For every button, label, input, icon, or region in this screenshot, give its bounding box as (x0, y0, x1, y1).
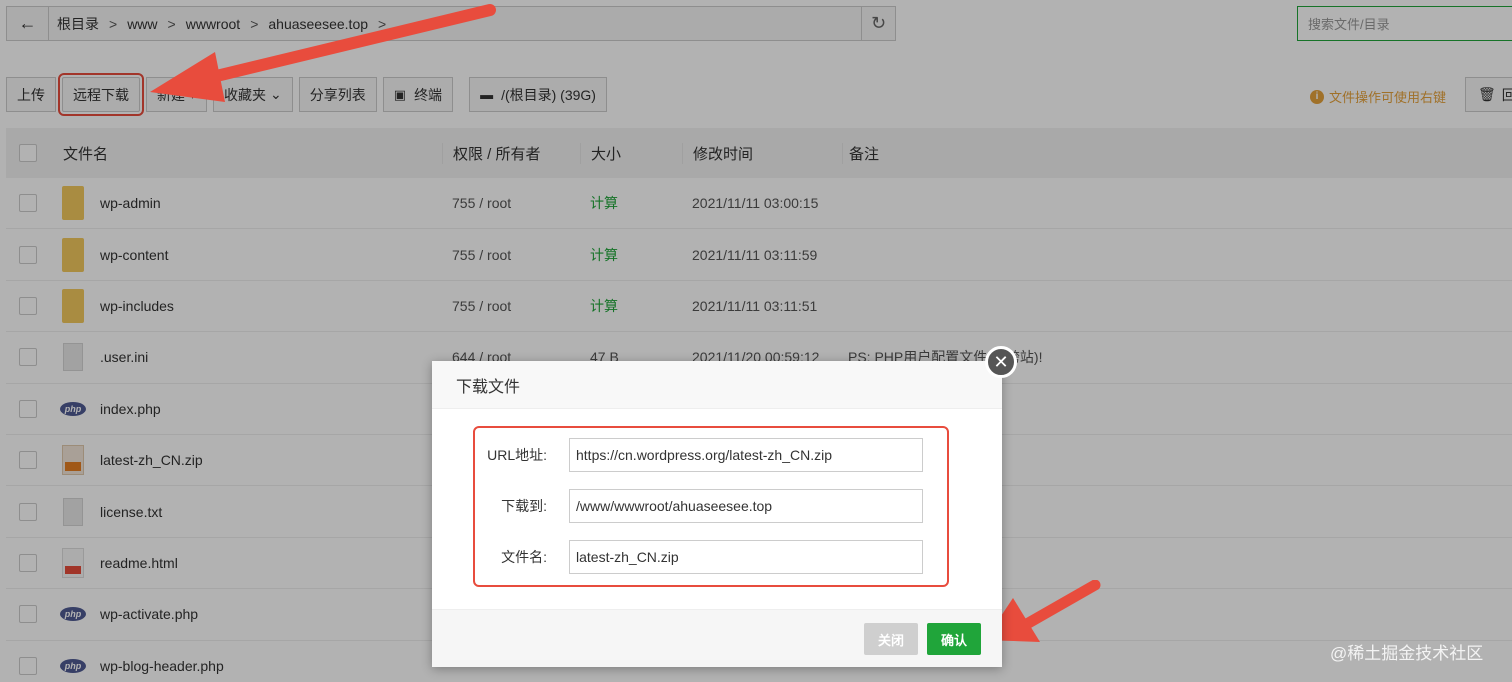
close-button[interactable]: 关闭 (864, 623, 918, 655)
download-form: URL地址: https://cn.wordpress.org/latest-z… (473, 426, 949, 587)
annotation-arrow-top (150, 4, 496, 102)
annotation-arrow-bottom (985, 580, 1101, 642)
download-to-label: 下载到: (501, 498, 547, 514)
url-label: URL地址: (487, 447, 547, 463)
download-file-dialog: 下载文件 ✕ URL地址: https://cn.wordpress.org/l… (432, 346, 1017, 667)
close-icon[interactable]: ✕ (985, 346, 1017, 378)
filename-input[interactable]: latest-zh_CN.zip (569, 540, 923, 574)
download-to-input[interactable]: /www/wwwroot/ahuaseesee.top (569, 489, 923, 523)
url-input[interactable]: https://cn.wordpress.org/latest-zh_CN.zi… (569, 438, 923, 472)
filename-label: 文件名: (501, 549, 547, 565)
watermark: @稀土掘金技术社区 (1330, 644, 1484, 663)
confirm-button[interactable]: 确认 (927, 623, 981, 655)
dialog-title: 下载文件 (432, 361, 1002, 409)
dialog-footer: 关闭 确认 (432, 609, 1002, 667)
